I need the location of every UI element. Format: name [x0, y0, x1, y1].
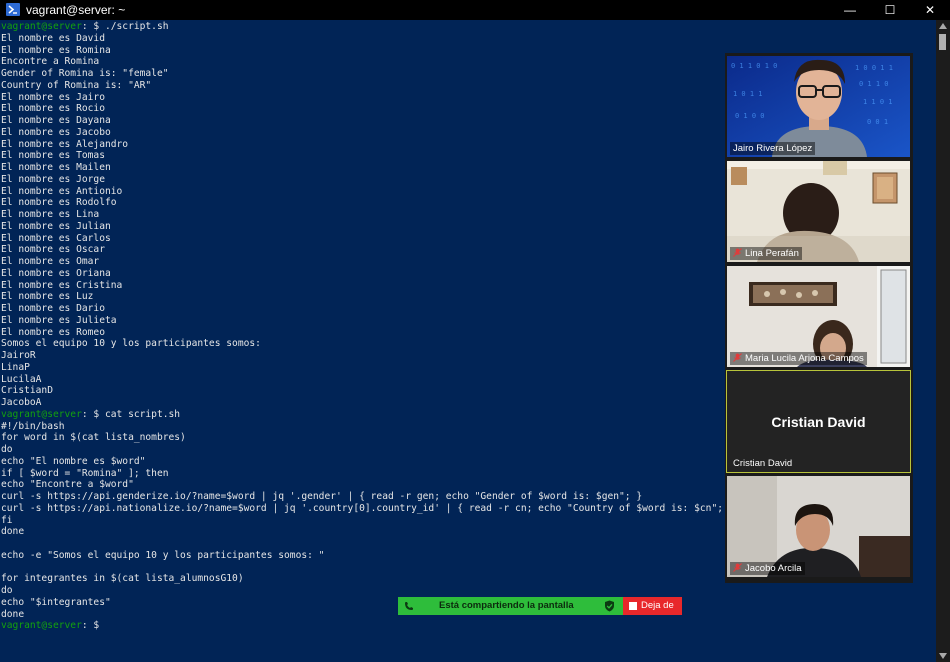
terminal-line: El nombre es Lina [1, 209, 100, 220]
terminal-line: CristianD [1, 385, 53, 397]
svg-text:0 1 1 0: 0 1 1 0 [859, 80, 889, 88]
terminal-line: El nombre es Jorge [1, 173, 105, 185]
terminal-line: echo -e "Somos el equipo 10 y los partic… [1, 549, 325, 561]
terminal-line: El nombre es Oscar [1, 244, 105, 256]
terminal-line: for integrantes in $(cat lista_alumnosG1… [1, 573, 244, 585]
participant-name: Jairo Rivera López [730, 142, 816, 155]
terminal-line: JairoR [1, 350, 36, 361]
prompt-command: : $ [81, 620, 100, 632]
terminal-line: El nombre es Jairo [1, 91, 105, 103]
terminal-line: El nombre es Julian [1, 220, 111, 232]
maximize-icon[interactable]: ☐ [870, 0, 910, 20]
participant-name: Jacobo Arcila [730, 562, 805, 575]
shield-icon [605, 600, 614, 612]
terminal-line: echo "El nombre es $word" [1, 455, 146, 467]
terminal-line: El nombre es Romeo [1, 326, 105, 338]
terminal-line: vagrant@server: $ ./script.sh [1, 21, 735, 33]
scroll-up-icon[interactable] [939, 23, 947, 29]
svg-text:1 0 0 1 1: 1 0 0 1 1 [855, 64, 893, 72]
close-icon[interactable]: ✕ [910, 0, 950, 20]
video-gallery: 0 1 1 0 1 0 1 0 0 1 1 0 1 1 0 1 0 1 1 1 … [725, 53, 913, 583]
terminal-line: curl -s https://api.genderize.io/?name=$… [1, 491, 643, 502]
terminal-line: curl -s https://api.nationalize.io/?name… [1, 502, 735, 514]
terminal-line: El nombre es Cristina [1, 279, 123, 291]
terminal-line: El nombre es Alejandro [1, 138, 129, 150]
terminal-line: El nombre es Romina [1, 44, 111, 56]
terminal-line: Gender of Romina is: "female" [1, 68, 169, 79]
terminal-line: vagrant@server: $ cat script.sh [1, 409, 735, 421]
terminal-line: El nombre es Rodolfo [1, 197, 117, 209]
participant-tile-cristian[interactable]: Cristian David Cristian David [726, 370, 911, 473]
prompt-command: : $ cat script.sh [81, 408, 181, 420]
terminal-line: fi [1, 514, 13, 526]
share-status-label: Está compartiendo la pantalla [439, 600, 574, 611]
muted-mic-icon [733, 563, 742, 572]
terminal-line: El nombre es Julieta [1, 314, 117, 326]
terminal-line: echo "Encontre a $word" [1, 479, 134, 491]
terminal-line: El nombre es Mailen [1, 162, 111, 173]
terminal-line: El nombre es Dario [1, 303, 105, 314]
terminal-line: #!/bin/bash [1, 420, 65, 432]
terminal-line: El nombre es Omar [1, 256, 100, 267]
phone-icon [405, 602, 413, 610]
terminal-line: El nombre es Tomas [1, 150, 105, 162]
terminal-line: JacoboA [1, 397, 42, 408]
scroll-thumb[interactable] [939, 34, 946, 50]
scroll-down-icon[interactable] [939, 653, 947, 659]
terminal-line: LinaP [1, 361, 30, 373]
prompt-user: vagrant@server [1, 21, 82, 32]
terminal-line: El nombre es Jacobo [1, 126, 111, 138]
participant-name: Lina Perafán [730, 247, 802, 260]
window-title: vagrant@server: ~ [26, 3, 126, 17]
terminal-line: do [1, 444, 13, 455]
prompt-user: vagrant@server [1, 620, 82, 632]
terminal-line: El nombre es Carlos [1, 232, 111, 244]
prompt-command: : $ ./script.sh [81, 21, 169, 32]
svg-text:1 1 0 1: 1 1 0 1 [863, 98, 893, 106]
svg-text:0 0 1: 0 0 1 [867, 118, 888, 126]
terminal-line: for word in $(cat lista_nombres) [1, 432, 186, 444]
terminal-line: El nombre es Antionio [1, 185, 123, 197]
participant-name: Maria Lucila Arjona Campos [730, 352, 867, 365]
minimize-icon[interactable]: — [830, 0, 870, 20]
participant-tile-maria[interactable]: Maria Lucila Arjona Campos [727, 266, 910, 367]
terminal-line: LucilaA [1, 373, 42, 385]
terminal-line: El nombre es Rocio [1, 103, 105, 115]
stop-square-icon [629, 602, 637, 610]
terminal-line: El nombre es Dayana [1, 115, 111, 126]
terminal-line: done [1, 526, 25, 538]
terminal-line: vagrant@server: $ [1, 620, 735, 632]
muted-mic-icon [733, 353, 742, 362]
participant-name: Cristian David [733, 458, 793, 469]
svg-text:0 1 1 0 1 0: 0 1 1 0 1 0 [731, 62, 777, 70]
terminal-line: El nombre es Luz [1, 291, 94, 303]
participant-tile-lina[interactable]: Lina Perafán [727, 161, 910, 262]
terminal-output: vagrant@server: $ ./script.sh El nombre e… [1, 21, 735, 632]
terminal-line: Country of Romina is: "AR" [1, 79, 152, 91]
terminal-line: if [ $word = "Romina" ]; then [1, 467, 169, 479]
muted-mic-icon [733, 248, 742, 257]
terminal-line: El nombre es Oriana [1, 267, 111, 279]
terminal-line: Somos el equipo 10 y los participantes s… [1, 338, 261, 350]
stop-share-button[interactable]: Deja de [623, 597, 682, 615]
svg-text:1 0 1 1: 1 0 1 1 [733, 90, 763, 98]
stop-share-label: Deja de [641, 600, 674, 611]
participant-tile-jairo[interactable]: 0 1 1 0 1 0 1 0 0 1 1 0 1 1 0 1 0 1 1 1 … [727, 56, 910, 157]
prompt-user: vagrant@server [1, 408, 82, 420]
terminal-line: Encontre a Romina [1, 56, 100, 68]
terminal-line: El nombre es David [1, 32, 105, 44]
powershell-icon [6, 3, 20, 16]
terminal-scrollbar[interactable] [936, 20, 950, 662]
share-status[interactable]: Está compartiendo la pantalla [398, 597, 623, 615]
terminal-line: do [1, 585, 13, 596]
screen-share-bar: Está compartiendo la pantalla Deja de [398, 597, 682, 615]
participant-tile-jacobo[interactable]: Jacobo Arcila [727, 476, 910, 577]
svg-text:0 1 0 0: 0 1 0 0 [735, 112, 765, 120]
window-titlebar: vagrant@server: ~ — ☐ ✕ [0, 0, 950, 20]
